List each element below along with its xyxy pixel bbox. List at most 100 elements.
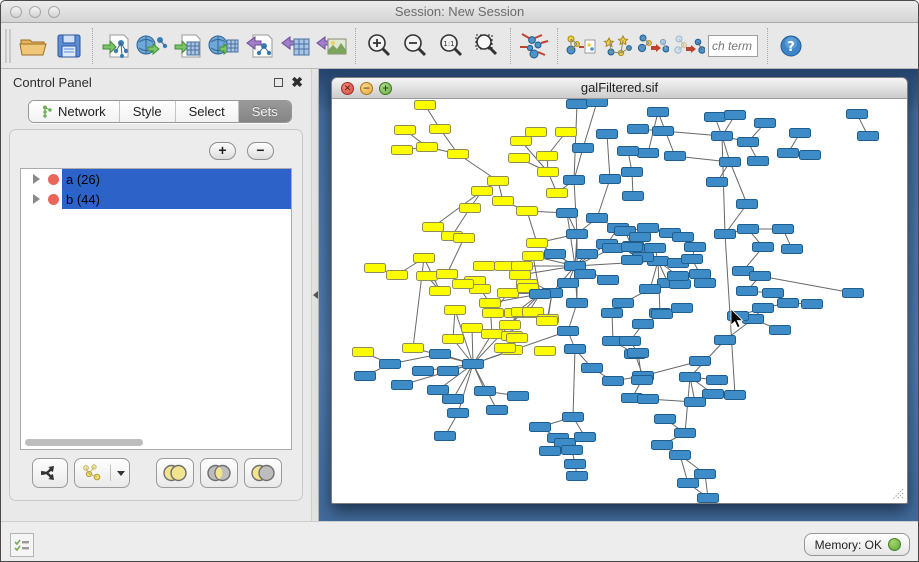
graph-node-yellow[interactable] xyxy=(483,309,504,318)
select-first-neighbors-button[interactable] xyxy=(599,27,635,65)
graph-node-blue[interactable] xyxy=(448,409,469,418)
close-panel-icon[interactable]: ✖ xyxy=(291,74,303,91)
graph-node-blue[interactable] xyxy=(672,304,693,313)
graph-node-blue[interactable] xyxy=(632,376,653,385)
graph-node-blue[interactable] xyxy=(428,386,449,395)
graph-node-blue[interactable] xyxy=(620,337,641,346)
list-item-set-a[interactable]: a (26) xyxy=(21,169,291,189)
graph-node-blue[interactable] xyxy=(582,364,603,373)
graph-node-yellow[interactable] xyxy=(537,317,558,326)
graph-node-blue[interactable] xyxy=(673,233,694,242)
graph-node-blue[interactable] xyxy=(622,256,643,265)
graph-node-yellow[interactable] xyxy=(430,287,451,296)
graph-edge[interactable] xyxy=(447,238,464,274)
graph-node-yellow[interactable] xyxy=(498,289,519,298)
graph-node-yellow[interactable] xyxy=(509,154,530,163)
split-set-button[interactable] xyxy=(32,458,68,488)
float-panel-icon[interactable] xyxy=(274,78,283,87)
graph-node-blue[interactable] xyxy=(430,350,451,359)
graph-node-blue[interactable] xyxy=(670,451,691,460)
panel-splitter[interactable] xyxy=(311,69,319,521)
graph-node-blue[interactable] xyxy=(682,255,703,264)
graph-node-blue[interactable] xyxy=(763,289,784,298)
graph-node-blue[interactable] xyxy=(558,279,579,288)
graph-node-blue[interactable] xyxy=(638,149,659,158)
tab-style[interactable]: Style xyxy=(120,101,176,122)
help-button[interactable]: ? xyxy=(773,27,809,65)
graph-node-blue[interactable] xyxy=(680,373,701,382)
graph-node-yellow[interactable] xyxy=(448,150,469,159)
graph-node-blue[interactable] xyxy=(653,127,674,136)
new-network-from-selection-button[interactable] xyxy=(563,27,599,65)
graph-node-yellow[interactable] xyxy=(495,344,516,353)
graph-node-blue[interactable] xyxy=(725,391,746,400)
graph-node-yellow[interactable] xyxy=(462,324,483,333)
save-session-button[interactable] xyxy=(51,27,87,65)
remove-set-button[interactable]: − xyxy=(247,142,274,160)
graph-node-blue[interactable] xyxy=(623,192,644,201)
graph-node-blue[interactable] xyxy=(380,360,401,369)
expand-caret-icon[interactable] xyxy=(33,174,40,184)
zoom-selected-region-button[interactable] xyxy=(469,27,505,65)
graph-node-yellow[interactable] xyxy=(437,270,458,279)
graph-node-blue[interactable] xyxy=(638,395,659,404)
graph-node-blue[interactable] xyxy=(858,132,879,141)
graph-node-blue[interactable] xyxy=(600,175,621,184)
graph-node-yellow[interactable] xyxy=(387,271,408,280)
graph-node-blue[interactable] xyxy=(563,413,584,422)
graph-node-yellow[interactable] xyxy=(507,334,528,343)
graph-node-yellow[interactable] xyxy=(535,347,556,356)
graph-node-blue[interactable] xyxy=(613,299,634,308)
graph-node-yellow[interactable] xyxy=(460,204,481,213)
graph-node-blue[interactable] xyxy=(705,113,726,122)
graph-node-yellow[interactable] xyxy=(454,234,475,243)
graph-node-blue[interactable] xyxy=(720,158,741,167)
graph-node-blue[interactable] xyxy=(695,279,716,288)
graph-edge[interactable] xyxy=(597,179,610,218)
toolbar-search-input[interactable]: ch term xyxy=(708,35,758,57)
export-table-button[interactable] xyxy=(278,27,314,65)
graph-node-blue[interactable] xyxy=(843,289,864,298)
tab-network[interactable]: Network xyxy=(29,101,120,122)
graph-node-yellow[interactable] xyxy=(430,125,451,134)
graph-node-blue[interactable] xyxy=(695,470,716,479)
graph-node-yellow[interactable] xyxy=(482,330,503,339)
resize-grip-icon[interactable] xyxy=(889,485,905,501)
graph-node-yellow[interactable] xyxy=(443,335,464,344)
graph-node-blue[interactable] xyxy=(355,372,376,381)
graph-node-blue[interactable] xyxy=(567,472,588,481)
import-network-from-file-button[interactable] xyxy=(98,27,134,65)
difference-button[interactable] xyxy=(244,458,282,488)
network-graph[interactable] xyxy=(332,99,907,503)
graph-node-blue[interactable] xyxy=(678,479,699,488)
graph-node-blue[interactable] xyxy=(392,381,413,390)
graph-node-blue[interactable] xyxy=(558,327,579,336)
graph-node-blue[interactable] xyxy=(675,429,696,438)
network-canvas[interactable] xyxy=(332,99,907,503)
graph-node-yellow[interactable] xyxy=(538,168,559,177)
graph-edge[interactable] xyxy=(458,364,473,413)
graph-node-yellow[interactable] xyxy=(493,197,514,206)
graph-node-blue[interactable] xyxy=(753,304,774,313)
graph-node-blue[interactable] xyxy=(690,270,711,279)
graph-node-blue[interactable] xyxy=(564,176,585,185)
graph-node-blue[interactable] xyxy=(690,357,711,366)
graph-node-blue[interactable] xyxy=(638,224,659,233)
graph-node-blue[interactable] xyxy=(633,320,654,329)
graph-node-yellow[interactable] xyxy=(523,252,544,261)
intersection-button[interactable] xyxy=(200,458,238,488)
graph-node-yellow[interactable] xyxy=(392,146,413,155)
graph-node-blue[interactable] xyxy=(557,209,578,218)
graph-node-blue[interactable] xyxy=(597,130,618,139)
list-item-set-b[interactable]: b (44) xyxy=(21,189,291,209)
export-image-button[interactable] xyxy=(314,27,350,65)
collapse-panel-handle[interactable] xyxy=(313,291,318,299)
graph-node-blue[interactable] xyxy=(567,230,588,239)
graph-node-blue[interactable] xyxy=(603,244,624,253)
graph-node-yellow[interactable] xyxy=(511,137,532,146)
graph-node-yellow[interactable] xyxy=(500,321,521,330)
graph-node-blue[interactable] xyxy=(755,119,776,128)
graph-node-yellow[interactable] xyxy=(472,187,493,196)
graph-node-blue[interactable] xyxy=(628,349,649,358)
graph-node-blue[interactable] xyxy=(847,110,868,119)
